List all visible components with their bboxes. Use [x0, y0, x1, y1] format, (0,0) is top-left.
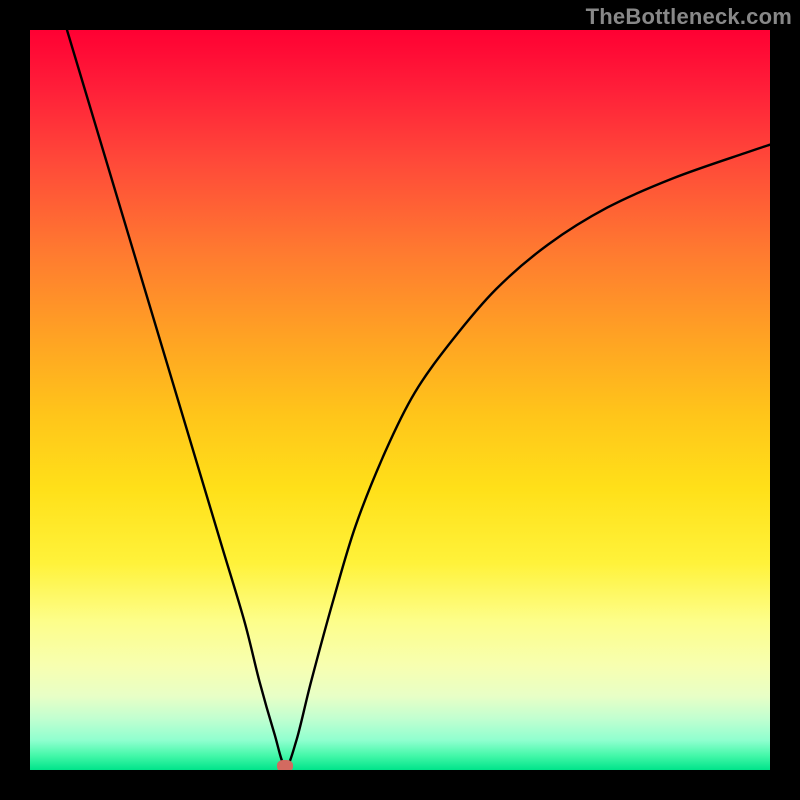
minimum-marker	[277, 760, 293, 770]
watermark-text: TheBottleneck.com	[586, 4, 792, 30]
plot-area	[30, 30, 770, 770]
bottleneck-curve	[67, 30, 770, 766]
chart-frame: TheBottleneck.com	[0, 0, 800, 800]
curve-svg	[30, 30, 770, 770]
